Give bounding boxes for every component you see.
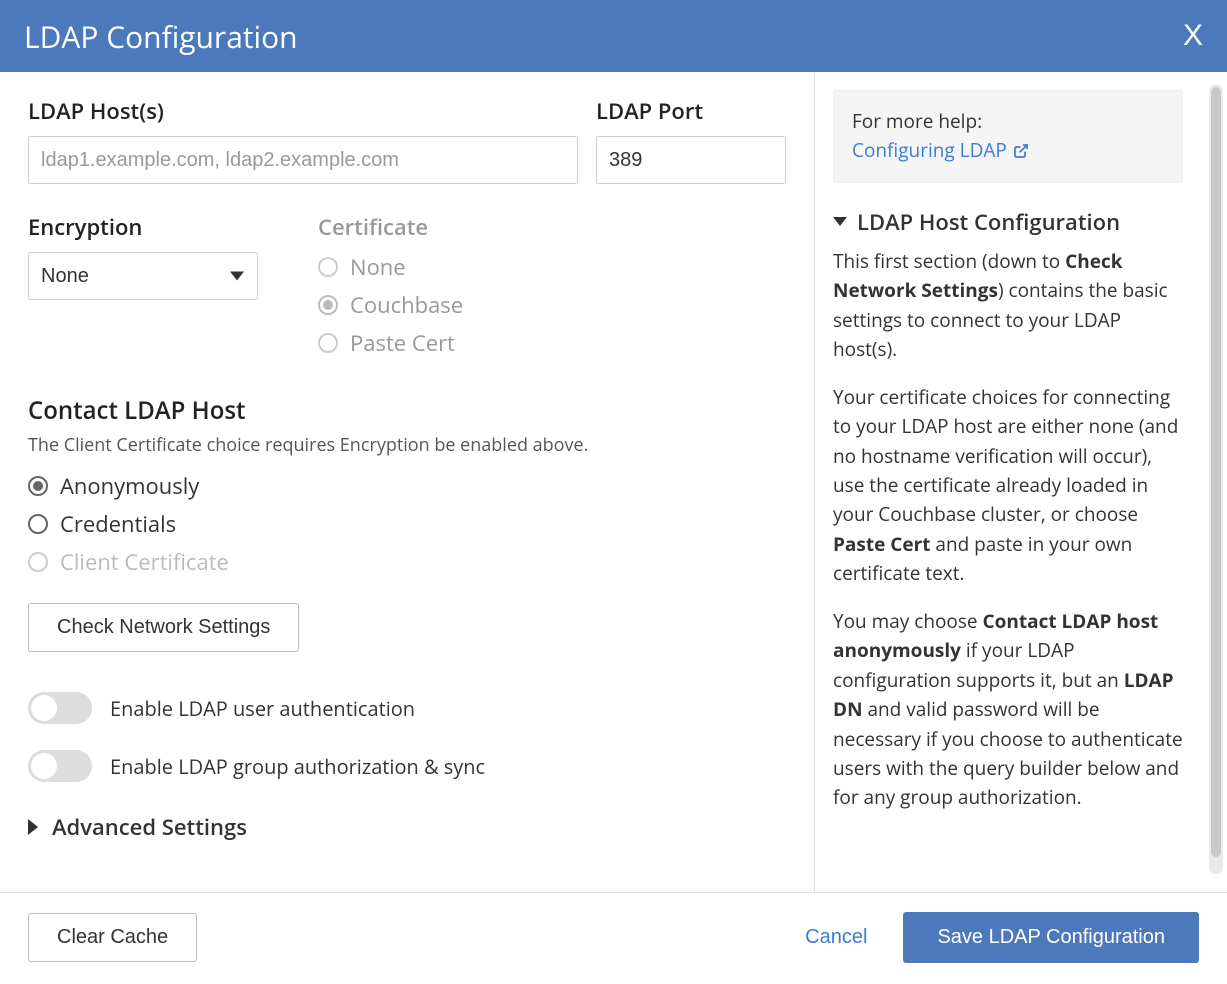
contact-option-credentials[interactable]: Credentials <box>28 509 786 539</box>
modal-body: LDAP Host(s) LDAP Port Encryption None C… <box>0 72 1227 892</box>
cert-option-couchbase: Couchbase <box>318 290 463 320</box>
help-more-text: For more help: <box>852 107 1164 136</box>
enable-user-auth-row: Enable LDAP user authentication <box>28 692 786 724</box>
modal-title: LDAP Configuration <box>24 16 298 57</box>
help-panel: For more help: Configuring LDAP LDAP Hos… <box>815 72 1195 892</box>
radio-icon <box>318 295 338 315</box>
caret-right-icon <box>28 819 38 835</box>
contact-ldap-heading: Contact LDAP Host <box>28 394 786 427</box>
contact-anon-label: Anonymously <box>60 471 199 501</box>
radio-icon <box>28 552 48 572</box>
scrollbar[interactable] <box>1209 84 1223 874</box>
radio-icon <box>28 514 48 534</box>
radio-icon <box>318 257 338 277</box>
check-network-settings-button[interactable]: Check Network Settings <box>28 603 299 652</box>
ldap-port-label: LDAP Port <box>596 96 786 126</box>
advanced-settings-label: Advanced Settings <box>52 812 247 842</box>
clear-cache-button[interactable]: Clear Cache <box>28 913 197 962</box>
help-section-title-label: LDAP Host Configuration <box>857 205 1120 239</box>
contact-option-clientcert: Client Certificate <box>28 547 786 577</box>
cert-option-none-label: None <box>350 252 406 282</box>
cancel-button[interactable]: Cancel <box>805 926 867 949</box>
caret-down-icon <box>833 217 847 226</box>
cert-option-couchbase-label: Couchbase <box>350 290 463 320</box>
contact-clientcert-label: Client Certificate <box>60 547 229 577</box>
configuring-ldap-link-label: Configuring LDAP <box>852 136 1007 165</box>
certificate-label: Certificate <box>318 212 463 242</box>
ldap-host-input[interactable] <box>28 136 578 184</box>
contact-cred-label: Credentials <box>60 509 176 539</box>
help-paragraph-3: You may choose Contact LDAP host anonymo… <box>833 607 1183 813</box>
form-panel: LDAP Host(s) LDAP Port Encryption None C… <box>0 72 815 892</box>
radio-icon <box>318 333 338 353</box>
radio-icon <box>28 476 48 496</box>
configuring-ldap-link[interactable]: Configuring LDAP <box>852 136 1029 165</box>
help-paragraph-1: This first section (down to Check Networ… <box>833 247 1183 365</box>
encryption-label: Encryption <box>28 212 258 242</box>
help-section-ldap-host-config[interactable]: LDAP Host Configuration <box>833 205 1183 239</box>
enable-user-auth-toggle[interactable] <box>28 692 92 724</box>
cert-option-pastecert: Paste Cert <box>318 328 463 358</box>
help-more-box: For more help: Configuring LDAP <box>833 90 1183 183</box>
advanced-settings-toggle[interactable]: Advanced Settings <box>28 812 786 842</box>
contact-ldap-subtitle: The Client Certificate choice requires E… <box>28 433 786 457</box>
cert-option-pastecert-label: Paste Cert <box>350 328 455 358</box>
help-paragraph-2: Your certificate choices for connecting … <box>833 383 1183 589</box>
contact-option-anonymously[interactable]: Anonymously <box>28 471 786 501</box>
enable-group-sync-row: Enable LDAP group authorization & sync <box>28 750 786 782</box>
enable-user-auth-label: Enable LDAP user authentication <box>110 695 415 722</box>
ldap-port-input[interactable] <box>596 136 786 184</box>
modal-header: LDAP Configuration X <box>0 0 1227 72</box>
enable-group-sync-toggle[interactable] <box>28 750 92 782</box>
modal-footer: Clear Cache Cancel Save LDAP Configurati… <box>0 892 1227 982</box>
ldap-host-label: LDAP Host(s) <box>28 96 578 126</box>
save-ldap-configuration-button[interactable]: Save LDAP Configuration <box>903 912 1199 963</box>
enable-group-sync-label: Enable LDAP group authorization & sync <box>110 753 485 780</box>
close-icon[interactable]: X <box>1183 19 1203 53</box>
external-link-icon <box>1013 143 1029 159</box>
cert-option-none: None <box>318 252 463 282</box>
encryption-select[interactable]: None <box>28 252 258 300</box>
